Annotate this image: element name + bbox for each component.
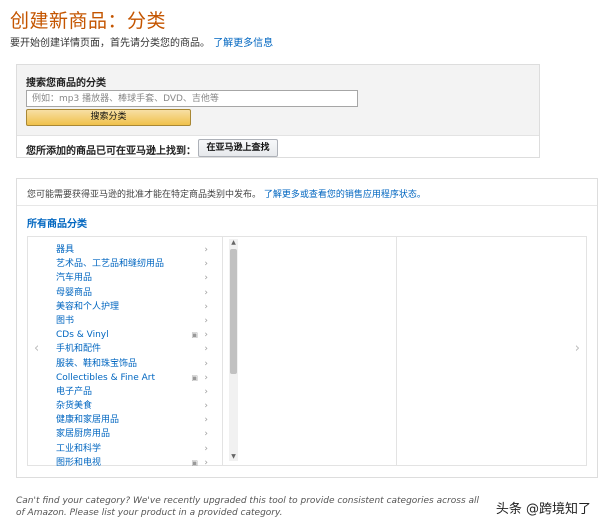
category-item[interactable]: 图形和电视 ▣ ›	[56, 456, 208, 470]
category-search-panel: 搜索您商品的分类 搜索分类 您所添加的商品已可在亚马逊上找到： 在亚马逊上查找	[16, 64, 540, 158]
category-label: 家居厨房用品	[56, 429, 111, 440]
approval-status-link[interactable]: 了解更多或查看您的销售应用程序状态。	[264, 190, 426, 200]
learn-more-link[interactable]: 了解更多信息	[213, 38, 273, 49]
subcategory-icon: ▣	[191, 458, 198, 467]
chevron-right-icon: ›	[204, 386, 208, 397]
category-column-1: 器具 › 艺术品、工艺品和缝纫用品 › 汽车用品 › 母婴商品 › 美容和个人护理 › 图书 › CDs…	[48, 237, 238, 468]
search-category-button[interactable]: 搜索分类	[26, 109, 191, 126]
all-categories-heading: 所有商品分类	[27, 219, 87, 230]
category-item[interactable]: 手机和配件 ›	[56, 342, 208, 356]
category-list: 器具 › 艺术品、工艺品和缝纫用品 › 汽车用品 › 母婴商品 › 美容和个人护理 › 图书 › CDs…	[56, 243, 208, 470]
arrow-right-icon[interactable]: ›	[575, 341, 580, 356]
category-label: 母婴商品	[56, 287, 93, 298]
chevron-right-icon: ›	[204, 415, 208, 426]
category-item[interactable]: 服装、鞋和珠宝饰品 ›	[56, 357, 208, 371]
approval-notice: 您可能需要获得亚马逊的批准才能在特定商品类别中发布。 了解更多或查看您的销售应用…	[27, 187, 426, 200]
category-browse-panel: 您可能需要获得亚马逊的批准才能在特定商品类别中发布。 了解更多或查看您的销售应用…	[16, 178, 598, 478]
category-item[interactable]: 艺术品、工艺品和缝纫用品 ›	[56, 257, 208, 271]
category-label: 服装、鞋和珠宝饰品	[56, 358, 138, 369]
approval-text: 您可能需要获得亚马逊的批准才能在特定商品类别中发布。	[27, 190, 262, 200]
category-browser: ‹ 器具 › 艺术品、工艺品和缝纫用品 › 汽车用品 › 母婴商品 › 美容和个人护理 › 图书 › C…	[27, 236, 587, 468]
search-panel-header: 搜索您商品的分类 搜索分类	[17, 65, 539, 136]
category-label: 艺术品、工艺品和缝纫用品	[56, 259, 165, 270]
arrow-left-icon[interactable]: ‹	[34, 341, 39, 356]
find-on-amazon-button[interactable]: 在亚马逊上查找	[198, 139, 278, 157]
category-label: 健康和家居用品	[56, 415, 120, 426]
category-item[interactable]: 杂货美食 ›	[56, 399, 208, 413]
chevron-right-icon: ›	[204, 330, 208, 341]
category-item[interactable]: Collectibles & Fine Art ▣ ›	[56, 371, 208, 385]
subcategory-icon: ▣	[191, 331, 198, 340]
page-title: 创建新商品：分类	[10, 10, 167, 32]
category-label: 图形和电视	[56, 457, 102, 468]
category-label: 工业和科学	[56, 443, 102, 454]
category-label: 器具	[56, 245, 75, 255]
chevron-right-icon: ›	[204, 301, 208, 312]
category-label: 电子产品	[56, 386, 93, 397]
category-search-input[interactable]	[26, 90, 358, 107]
category-label: 美容和个人护理	[56, 301, 120, 312]
category-column-3	[396, 237, 568, 465]
chevron-right-icon: ›	[204, 259, 208, 270]
category-item[interactable]: 家居厨房用品 ›	[56, 427, 208, 441]
category-item[interactable]: 器具 ›	[56, 243, 208, 257]
intro-description: 要开始创建详情页面，首先请分类您的商品。	[10, 38, 210, 49]
chevron-right-icon: ›	[204, 358, 208, 369]
category-item[interactable]: 图书 ›	[56, 314, 208, 328]
chevron-right-icon: ›	[204, 287, 208, 298]
category-label: 手机和配件	[56, 344, 102, 355]
chevron-right-icon: ›	[204, 401, 208, 412]
intro-text: 要开始创建详情页面，首先请分类您的商品。 了解更多信息	[10, 34, 273, 49]
chevron-right-icon: ›	[204, 273, 208, 284]
category-item[interactable]: 工业和科学 ›	[56, 442, 208, 456]
subcategory-icon: ▣	[191, 373, 198, 382]
category-item[interactable]: 电子产品 ›	[56, 385, 208, 399]
chevron-right-icon: ›	[204, 344, 208, 355]
category-label: CDs & Vinyl	[56, 330, 109, 341]
divider	[17, 205, 597, 206]
category-column-2	[222, 237, 397, 465]
chevron-right-icon: ›	[204, 457, 208, 468]
category-item[interactable]: 母婴商品 ›	[56, 286, 208, 300]
category-label: 汽车用品	[56, 273, 93, 284]
chevron-right-icon: ›	[204, 372, 208, 383]
category-label: Collectibles & Fine Art	[56, 372, 155, 383]
search-label: 搜索您商品的分类	[26, 78, 106, 89]
category-item[interactable]: 健康和家居用品 ›	[56, 413, 208, 427]
category-item[interactable]: 美容和个人护理 ›	[56, 300, 208, 314]
footer-note: Can't find your category? We've recently…	[16, 496, 480, 518]
chevron-right-icon: ›	[204, 429, 208, 440]
chevron-right-icon: ›	[204, 245, 208, 255]
find-on-amazon-label: 您所添加的商品已可在亚马逊上找到：	[26, 146, 196, 157]
watermark: 头条 @跨境知了	[493, 498, 593, 517]
category-item[interactable]: CDs & Vinyl ▣ ›	[56, 328, 208, 342]
category-label: 图书	[56, 315, 75, 326]
find-on-amazon-row: 您所添加的商品已可在亚马逊上找到： 在亚马逊上查找	[26, 137, 539, 157]
chevron-right-icon: ›	[204, 315, 208, 326]
category-item[interactable]: 汽车用品 ›	[56, 271, 208, 285]
category-label: 杂货美食	[56, 401, 93, 412]
chevron-right-icon: ›	[204, 443, 208, 454]
